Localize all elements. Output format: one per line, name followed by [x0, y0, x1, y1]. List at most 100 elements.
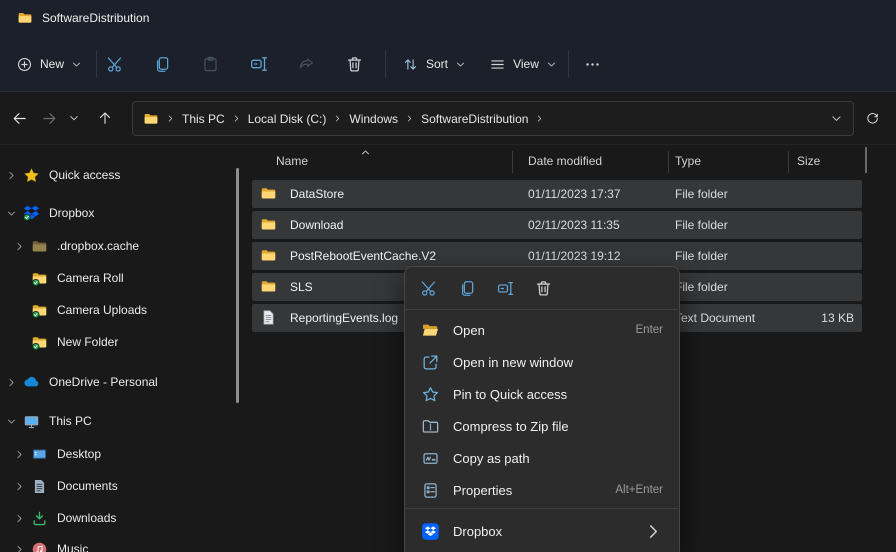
sort-button[interactable]: Sort [394, 47, 474, 81]
copy-button[interactable] [451, 272, 483, 304]
file-date: 02/11/2023 11:35 [528, 218, 620, 232]
rename-button[interactable] [239, 47, 279, 81]
up-button[interactable] [88, 101, 122, 135]
copy-button[interactable] [142, 47, 182, 81]
breadcrumb-windows[interactable]: Windows [349, 112, 398, 126]
file-name: DataStore [290, 187, 344, 201]
column-header-type[interactable]: Type [675, 154, 701, 168]
menu-item-dropbox[interactable]: Dropbox [410, 515, 674, 547]
sidebar-item-downloads[interactable]: Downloads [0, 503, 242, 533]
column-header-date-modified[interactable]: Date modified [528, 154, 602, 168]
expand-chevron-icon[interactable] [12, 479, 26, 493]
menu-item-properties[interactable]: Properties Alt+Enter [410, 474, 674, 506]
file-row-datastore[interactable]: DataStore 01/11/2023 17:37 File folder [252, 180, 862, 208]
breadcrumb-chevron-icon[interactable] [232, 114, 241, 123]
forward-arrow-icon [41, 110, 58, 127]
collapse-chevron-icon[interactable] [4, 206, 18, 220]
file-row-download[interactable]: Download 02/11/2023 11:35 File folder [252, 211, 862, 239]
cut-button[interactable] [95, 47, 135, 81]
rename-button[interactable] [489, 272, 521, 304]
see-more-button[interactable] [574, 47, 610, 81]
delete-icon [534, 279, 553, 298]
menu-item-open[interactable]: Open Enter [410, 314, 674, 346]
column-divider[interactable] [788, 151, 789, 173]
delete-button[interactable] [334, 47, 374, 81]
sidebar-item-onedrive[interactable]: OneDrive - Personal [0, 367, 234, 397]
toolbar-divider [385, 50, 386, 78]
sidebar-item-dropbox[interactable]: Dropbox [0, 198, 234, 228]
menu-item-label: Compress to Zip file [453, 419, 569, 434]
menu-item-pin-to-quick-access[interactable]: Pin to Quick access [410, 378, 674, 410]
pin-star-icon [421, 385, 440, 404]
properties-icon [421, 481, 440, 500]
sidebar-item-desktop[interactable]: Desktop [0, 439, 242, 469]
sidebar-item-this-pc[interactable]: This PC [0, 406, 234, 436]
share-button[interactable] [286, 47, 326, 81]
refresh-button[interactable] [855, 101, 889, 135]
breadcrumb-local-disk[interactable]: Local Disk (C:) [248, 112, 327, 126]
dropbox-icon [421, 522, 440, 541]
sidebar-item-documents[interactable]: Documents [0, 471, 242, 501]
file-name: Download [290, 218, 343, 232]
collapse-chevron-icon[interactable] [4, 414, 18, 428]
synced-folder-icon [31, 334, 48, 351]
view-button[interactable]: View [482, 47, 564, 81]
breadcrumb-chevron-icon[interactable] [166, 114, 175, 123]
address-bar[interactable]: This PC Local Disk (C:) Windows Software… [132, 101, 854, 136]
address-dropdown-chevron-icon[interactable] [830, 112, 843, 125]
toolbar-divider [568, 50, 569, 78]
file-list-scrollbar-thumb[interactable] [865, 147, 867, 173]
view-button-label: View [513, 57, 539, 71]
folder-icon [260, 185, 277, 202]
sidebar-item-music[interactable]: Music [0, 534, 242, 552]
sidebar-item-new-folder[interactable]: New Folder [0, 327, 242, 357]
sidebar-item-camera-roll[interactable]: Camera Roll [0, 263, 242, 293]
breadcrumb-this-pc[interactable]: This PC [182, 112, 225, 126]
cut-button[interactable] [413, 272, 445, 304]
sidebar-item-label: New Folder [57, 335, 118, 349]
desktop-icon [31, 446, 48, 463]
share-icon [297, 55, 316, 74]
sidebar-scrollbar-thumb[interactable] [236, 168, 239, 403]
file-type: File folder [675, 249, 728, 263]
new-button[interactable]: New [10, 47, 88, 81]
menu-item-label: Dropbox [453, 524, 502, 539]
delete-button[interactable] [527, 272, 559, 304]
expand-chevron-icon[interactable] [4, 375, 18, 389]
sidebar-item-label: .dropbox.cache [57, 239, 139, 253]
sidebar-item-camera-uploads[interactable]: Camera Uploads [0, 295, 242, 325]
expand-chevron-icon[interactable] [4, 168, 18, 182]
breadcrumb-softwaredistribution[interactable]: SoftwareDistribution [421, 112, 528, 126]
pc-monitor-icon [23, 413, 40, 430]
column-divider[interactable] [512, 151, 513, 173]
paste-button[interactable] [190, 47, 230, 81]
sidebar-item-label: Dropbox [49, 206, 94, 220]
chevron-down-icon [68, 112, 80, 124]
breadcrumb-chevron-icon[interactable] [405, 114, 414, 123]
breadcrumb-chevron-icon[interactable] [535, 114, 544, 123]
sort-ascending-icon [360, 147, 371, 158]
file-date: 01/11/2023 17:37 [528, 187, 621, 201]
menu-item-open-in-new-window[interactable]: Open in new window [410, 346, 674, 378]
chevron-down-icon [71, 59, 82, 70]
expand-chevron-icon[interactable] [12, 239, 26, 253]
expand-chevron-icon[interactable] [12, 511, 26, 525]
sidebar-item-label: OneDrive - Personal [49, 375, 158, 389]
window-titlebar: SoftwareDistribution [0, 0, 896, 36]
menu-item-compress-to-zip[interactable]: Compress to Zip file [410, 410, 674, 442]
expand-chevron-icon[interactable] [12, 447, 26, 461]
paste-icon [201, 55, 220, 74]
expand-chevron-icon[interactable] [12, 542, 26, 552]
breadcrumb-chevron-icon[interactable] [333, 114, 342, 123]
column-header-size[interactable]: Size [797, 154, 820, 168]
recent-locations-button[interactable] [61, 101, 87, 135]
chevron-spacer [12, 335, 26, 349]
sidebar-item-quick-access[interactable]: Quick access [0, 160, 234, 190]
column-divider[interactable] [668, 151, 669, 173]
column-header-name[interactable]: Name [276, 154, 308, 168]
copy-icon [458, 279, 477, 298]
back-button[interactable] [2, 101, 36, 135]
menu-item-copy-as-path[interactable]: Copy as path [410, 442, 674, 474]
menu-item-label: Pin to Quick access [453, 387, 567, 402]
sidebar-item-dropbox-cache[interactable]: .dropbox.cache [0, 231, 242, 261]
